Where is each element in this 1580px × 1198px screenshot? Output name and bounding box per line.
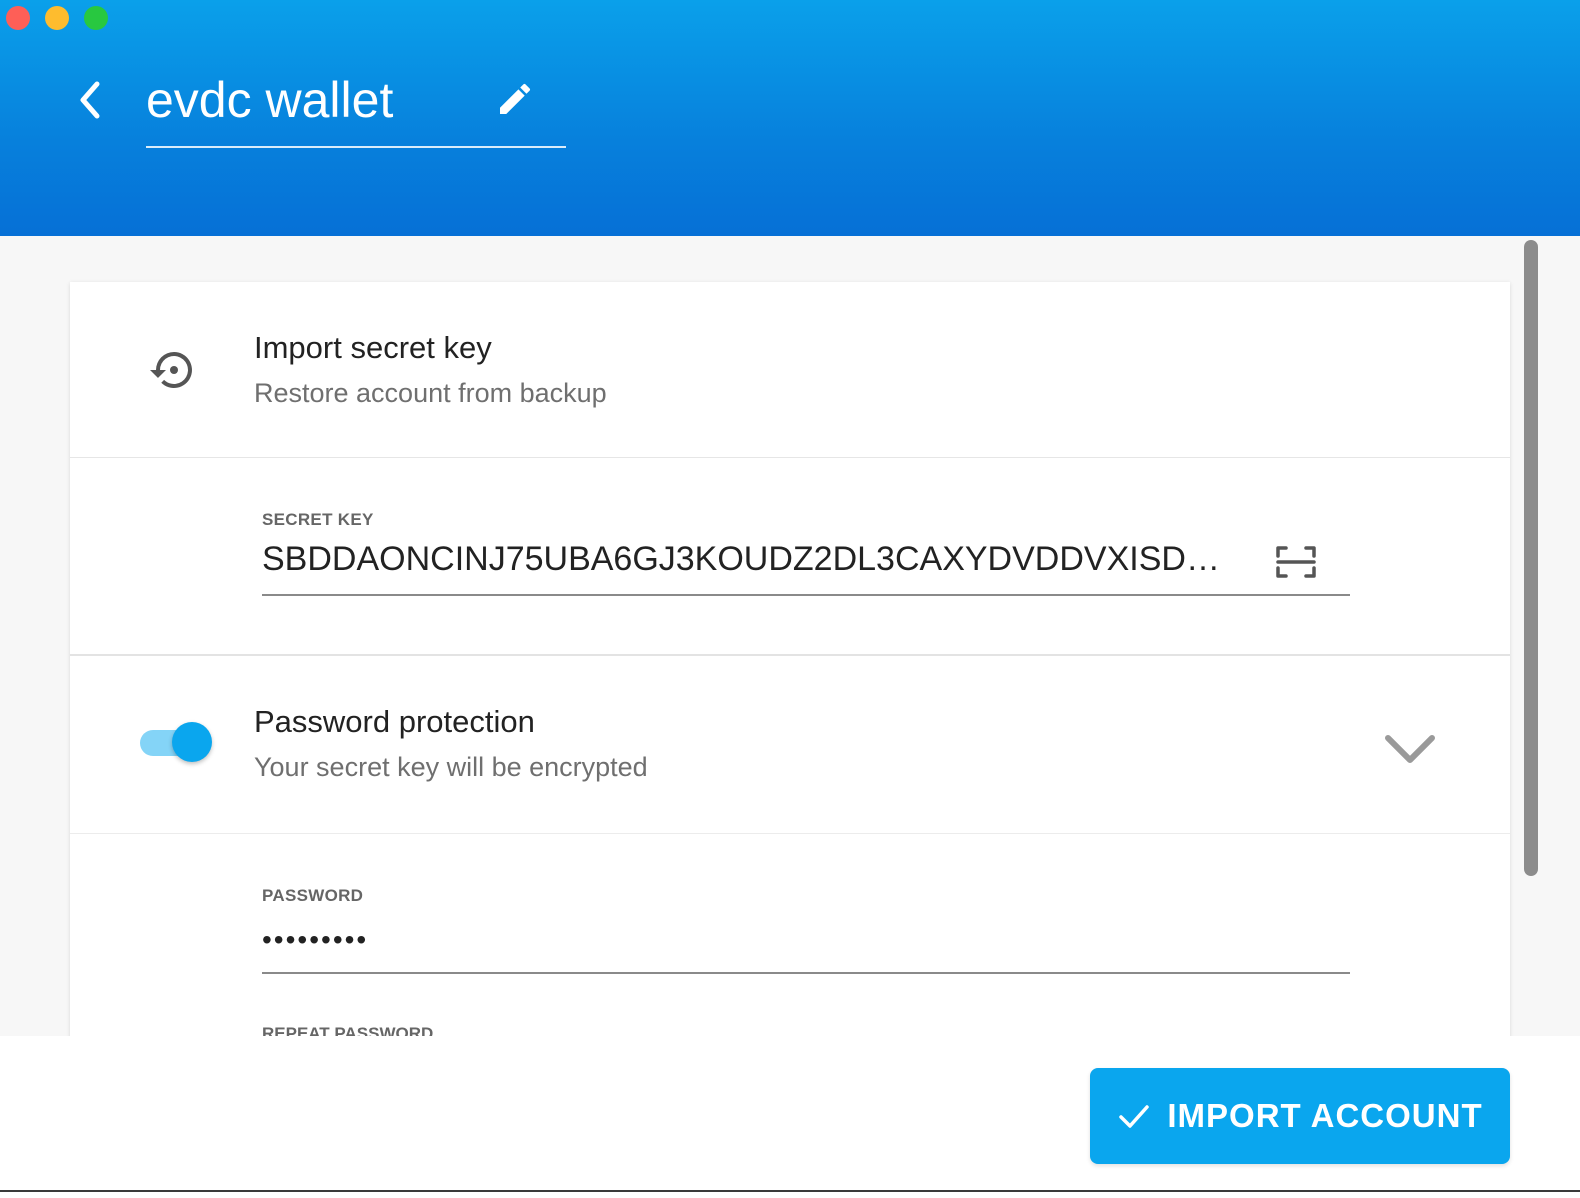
- repeat-password-label: REPEAT PASSWORD: [262, 1024, 434, 1036]
- maximize-window-button[interactable]: [84, 6, 108, 30]
- scrollbar[interactable]: [1524, 240, 1538, 876]
- secret-key-row: SECRET KEY SBDDAONCINJ75UBA6GJ3KOUDZ2DL3…: [70, 458, 1510, 656]
- import-account-label: IMPORT ACCOUNT: [1167, 1097, 1483, 1134]
- check-icon: [1119, 1105, 1150, 1128]
- password-protection-subtitle: Your secret key will be encrypted: [254, 752, 648, 782]
- wallet-name-field[interactable]: evdc wallet: [146, 62, 566, 148]
- import-title: Import secret key: [254, 330, 492, 365]
- secret-key-label: SECRET KEY: [262, 510, 374, 529]
- minimize-window-button[interactable]: [45, 6, 69, 30]
- back-button[interactable]: [70, 78, 110, 122]
- password-protection-title: Password protection: [254, 704, 535, 739]
- qr-scan-icon[interactable]: [1274, 542, 1318, 582]
- import-account-button[interactable]: IMPORT ACCOUNT: [1090, 1068, 1510, 1164]
- password-row: PASSWORD ••••••••• REPEAT PASSWORD: [70, 834, 1510, 1036]
- chevron-left-icon: [80, 81, 100, 119]
- import-subtitle: Restore account from backup: [254, 378, 607, 408]
- close-window-button[interactable]: [6, 6, 30, 30]
- password-label: PASSWORD: [262, 886, 364, 905]
- pencil-icon: [500, 83, 531, 114]
- password-protection-row[interactable]: Password protection Your secret key will…: [70, 656, 1510, 834]
- wallet-name: evdc wallet: [146, 72, 394, 128]
- edit-name-button[interactable]: [492, 76, 538, 122]
- secret-key-underline: [262, 594, 1350, 596]
- app-header: evdc wallet: [0, 0, 1580, 236]
- secret-key-input[interactable]: SBDDAONCINJ75UBA6GJ3KOUDZ2DL3CAXYDVDDVXI…: [262, 540, 1242, 579]
- footer: IMPORT ACCOUNT: [0, 1036, 1580, 1198]
- import-secret-key-row: Import secret key Restore account from b…: [70, 282, 1510, 458]
- password-protection-toggle[interactable]: [140, 720, 214, 764]
- window-controls: [6, 6, 108, 30]
- content-area: Import secret key Restore account from b…: [0, 236, 1580, 1036]
- password-underline: [262, 972, 1350, 974]
- password-input[interactable]: •••••••••: [262, 924, 368, 956]
- bottom-divider: [0, 1190, 1580, 1192]
- chevron-down-icon[interactable]: [1380, 728, 1440, 772]
- import-card: Import secret key Restore account from b…: [70, 282, 1510, 1036]
- toggle-knob: [172, 722, 212, 762]
- restore-icon: [150, 352, 192, 388]
